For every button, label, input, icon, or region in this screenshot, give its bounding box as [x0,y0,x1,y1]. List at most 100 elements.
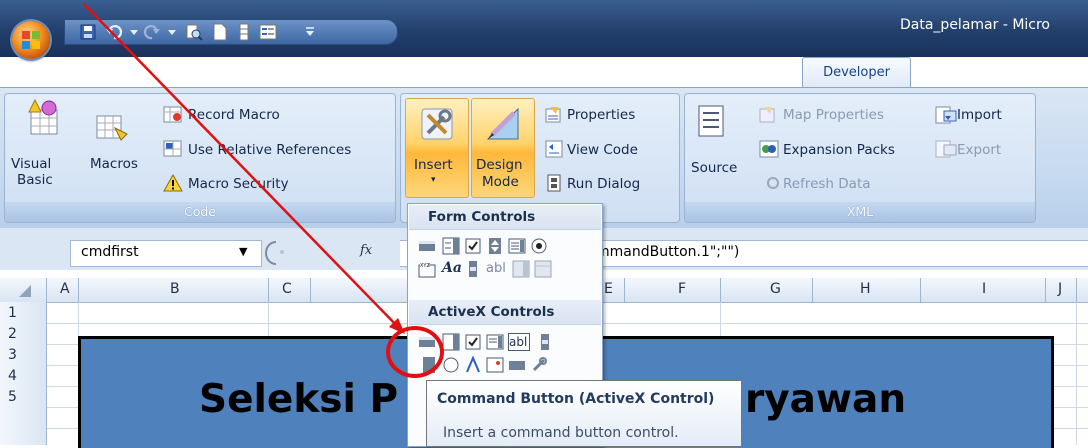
tab-page-layout[interactable]: Page Layout [258,63,338,78]
tab-home[interactable]: Home [103,63,141,78]
form-icon[interactable] [259,23,277,41]
activex-scroll-bar-icon[interactable] [536,333,554,351]
col-separator [920,278,921,302]
form-combo-box-icon[interactable] [442,237,460,255]
column-j[interactable]: J [1058,281,1062,297]
column-e[interactable]: E [604,281,613,297]
properties-icon [545,107,561,123]
view-code-icon [545,140,563,158]
macros-button[interactable]: Macros [90,156,138,172]
select-all-icon[interactable] [18,284,32,298]
form-text-field-icon[interactable]: abl [486,261,512,279]
design-mode-icon [486,107,519,140]
code-group: Visual Basic Macros Record Macro Use Rel… [4,93,396,223]
tab-formulas[interactable]: Formulas [378,63,437,78]
undo-icon[interactable] [105,23,123,41]
tooltip-description: Insert a command button control. [443,425,679,441]
office-button[interactable] [12,21,50,59]
warning-icon [163,174,183,192]
col-separator [46,278,47,302]
form-controls-header: Form Controls [409,205,601,230]
tab-acrobat[interactable]: Acrobat [960,63,1010,78]
expansion-packs-button[interactable]: Expansion Packs [783,142,895,158]
insert-function-button[interactable]: fx [360,243,372,258]
activex-controls-header: ActiveX Controls [409,300,601,325]
activex-label-icon[interactable] [464,356,482,374]
redo-icon[interactable] [143,23,161,41]
activex-image-icon[interactable] [486,356,504,374]
export-button[interactable]: Export [957,142,1001,158]
refresh-data-button[interactable]: Refresh Data [783,176,871,192]
redo-dropdown-icon[interactable] [163,23,181,41]
design-mode-button[interactable]: Design Mode [471,98,535,198]
activex-list-box-icon[interactable] [486,333,504,351]
form-option-button-icon[interactable] [530,237,548,255]
more-controls-icon[interactable] [530,356,548,374]
row-5[interactable]: 5 [8,389,17,405]
activex-text-box-icon[interactable]: abl [508,333,530,351]
name-box-dropdown-icon[interactable]: ▼ [239,245,247,258]
tab-review[interactable]: Review [542,63,588,78]
tab-developer[interactable]: Developer [802,57,911,88]
document-title: Data_pelamar - Micro [900,17,1051,33]
use-relative-references-button[interactable]: Use Relative References [188,142,351,158]
tab-data[interactable]: Data [477,63,508,78]
visual-basic-label-2[interactable]: Basic [17,172,53,188]
svg-text:XYZ: XYZ [420,263,430,269]
xml-group: Source Map Properties Expansion Packs Re… [684,93,1036,223]
form-scroll-bar-icon[interactable] [464,260,482,278]
row-4[interactable]: 4 [8,368,17,384]
import-button[interactable]: Import [957,107,1002,123]
macros-icon [96,115,128,141]
insert-controls-button[interactable]: Insert ▾ [405,98,469,198]
form-spin-button-icon[interactable] [486,237,504,255]
form-label-icon[interactable]: Aa [442,260,462,278]
source-button[interactable]: Source [691,160,737,176]
activex-toggle-button-icon[interactable] [508,356,526,374]
save-icon[interactable] [79,23,97,41]
col-separator [78,278,79,302]
tab-insert[interactable]: Insert [177,63,214,78]
row-3[interactable]: 3 [8,347,17,363]
refresh-data-icon [767,177,779,189]
col-separator [720,278,721,302]
macro-security-button[interactable]: Macro Security [188,176,289,192]
col-separator [624,278,625,302]
run-dialog-button[interactable]: Run Dialog [567,176,640,192]
form-button-icon[interactable] [418,237,436,255]
visual-basic-label-1[interactable]: Visual [11,156,51,172]
record-macro-button[interactable]: Record Macro [188,107,280,123]
relative-references-icon [163,140,182,157]
properties-button[interactable]: Properties [567,107,635,123]
column-h[interactable]: H [860,281,871,297]
column-f[interactable]: F [678,281,686,297]
run-dialog-icon [547,174,561,192]
new-document-icon[interactable] [211,23,229,41]
column-b[interactable]: B [170,281,180,297]
column-icon[interactable] [235,23,253,41]
customize-toolbar-icon[interactable] [301,23,319,41]
form-combo-list-edit-icon[interactable] [512,260,530,278]
column-i[interactable]: I [982,281,986,297]
undo-dropdown-icon[interactable] [125,23,143,41]
view-code-button[interactable]: View Code [567,142,638,158]
column-a[interactable]: A [60,281,70,297]
row-1[interactable]: 1 [8,305,17,321]
map-properties-button[interactable]: Map Properties [783,107,884,123]
row-2[interactable]: 2 [8,326,17,342]
banner-title-left: Seleksi P [199,377,399,422]
form-group-box-icon[interactable]: XYZ [418,260,436,278]
form-combo-drop-down-edit-icon[interactable] [534,260,552,278]
activex-combo-box-icon[interactable] [442,333,460,351]
activex-option-button-icon[interactable] [442,356,460,374]
form-list-box-icon[interactable] [508,237,526,255]
column-c[interactable]: C [282,281,292,297]
activex-check-box-icon[interactable] [464,333,482,351]
col-separator [812,278,813,302]
form-check-box-icon[interactable] [464,237,482,255]
name-box[interactable]: cmdfirst ▼ [70,240,262,267]
print-preview-icon[interactable] [185,23,203,41]
col-separator [310,278,311,302]
column-g[interactable]: G [770,281,781,297]
tab-view[interactable]: View [630,63,661,78]
